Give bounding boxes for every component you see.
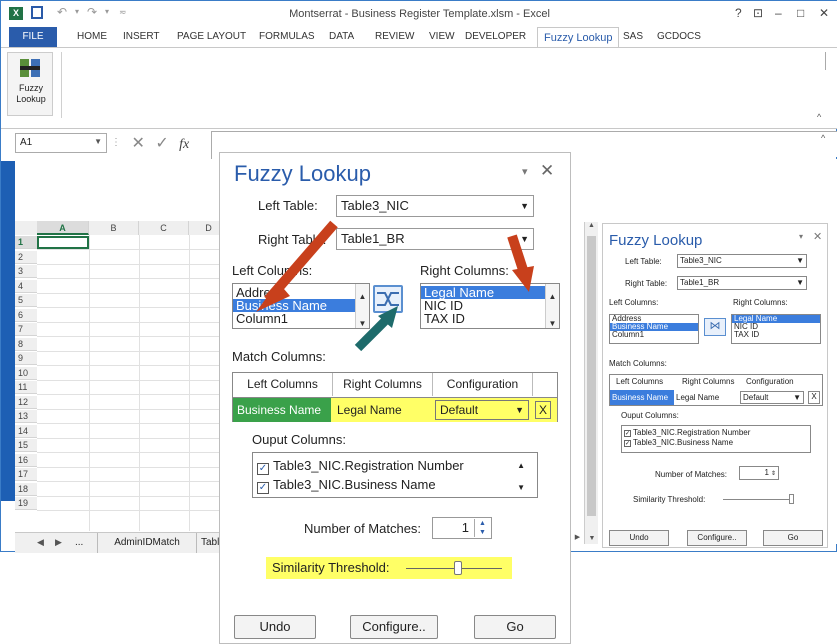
red-arrow-right-icon bbox=[507, 234, 534, 292]
annotation-arrows bbox=[256, 220, 534, 352]
red-arrow-left-icon bbox=[256, 220, 338, 312]
teal-arrow-icon bbox=[354, 306, 398, 352]
